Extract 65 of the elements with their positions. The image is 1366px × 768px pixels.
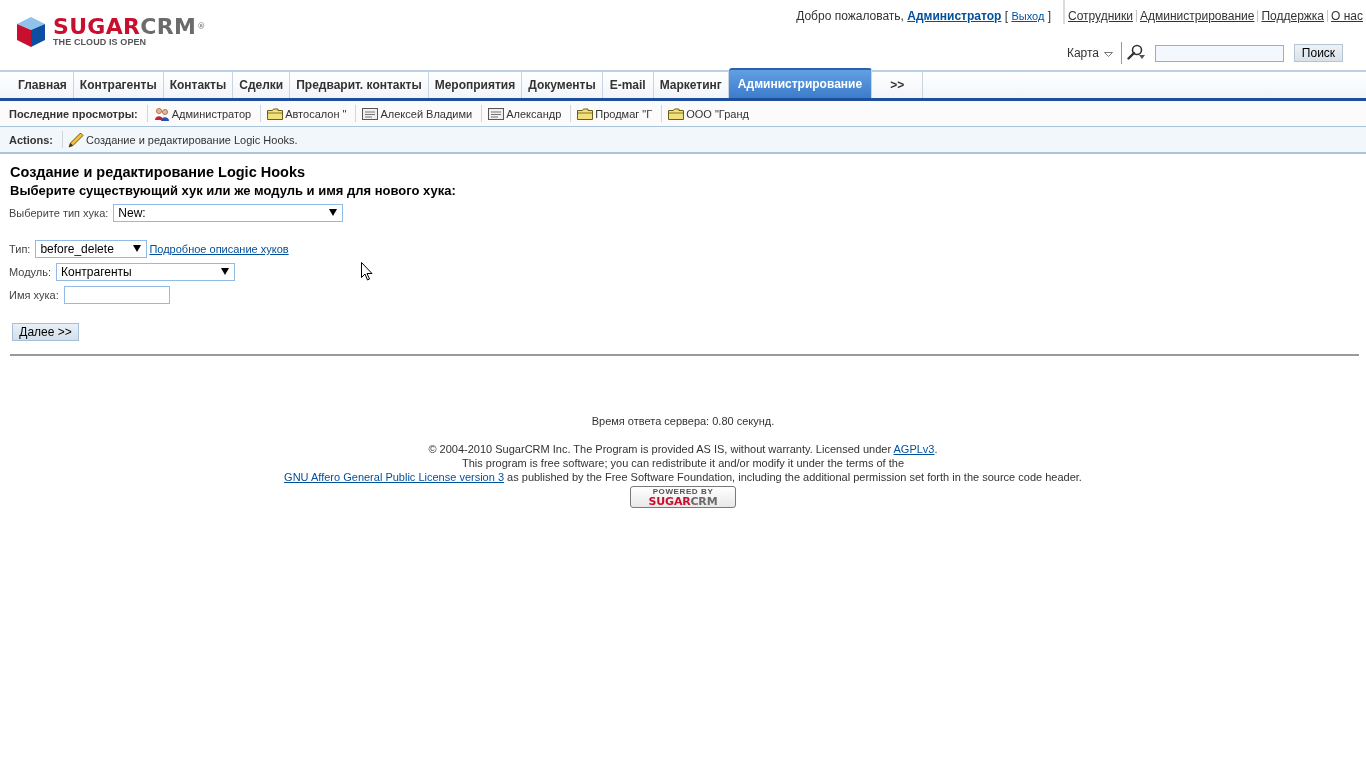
action-link[interactable]: Создание и редактирование Logic Hooks.: [63, 131, 298, 148]
top-link[interactable]: О нас: [1331, 9, 1363, 23]
form-subtitle: Выберите существующий хук или же модуль и имя для нового хука:: [10, 183, 457, 199]
gnu-license-text: GNU Affero General Public License version 3 as published by the Free Software Foundation, including the additional permission set forth in the source code header.: [284, 470, 1082, 484]
free-software-text: This program is free software; you can redistribute it and/or modify it under the terms of the: [462, 456, 904, 470]
search-field[interactable]: [1155, 44, 1284, 62]
logo-tagline: THE CLOUD IS OPEN: [53, 37, 148, 47]
cube-logo-icon: [17, 17, 45, 47]
hook-select[interactable]: New:: [113, 204, 344, 222]
top-link[interactable]: Поддержка: [1261, 9, 1325, 23]
nav-tab[interactable]: Главная: [12, 72, 74, 98]
field-label: Имя хука:: [9, 289, 59, 301]
nav-tab[interactable]: Контрагенты: [73, 72, 164, 98]
badge-wordmark: SUGARCRM: [648, 495, 718, 507]
nav-tab[interactable]: Маркетинг: [653, 72, 729, 98]
welcome-text: Добро пожаловать, Администратор [ Выход ]: [796, 9, 1051, 24]
nav-tab[interactable]: Предварит. контакты: [290, 72, 429, 98]
response-time-text: Время ответа сервера: 0.80 секунд.: [591, 414, 775, 428]
license-text: © 2004-2010 SugarCRM Inc. The Program is provided AS IS, without warranty. Licensed under AGPLv3.: [428, 442, 938, 456]
user-link[interactable]: Администратор: [907, 9, 1002, 23]
search-icon[interactable]: [1127, 43, 1145, 60]
recent-views-label: Последние просмотры:: [9, 107, 138, 120]
folder-icon: [267, 107, 284, 120]
nav-tab[interactable]: Мероприятия: [428, 72, 523, 98]
recent-item[interactable]: Алексей Владими: [356, 107, 482, 120]
folder-icon: [668, 107, 685, 120]
dropdown-arrow-icon: [329, 208, 338, 216]
powered-by-badge[interactable]: POWERED BY SUGARCRM: [630, 486, 736, 508]
dropdown-arrow-icon: [221, 267, 230, 275]
nav-tab[interactable]: E-mail: [602, 72, 654, 98]
recent-item[interactable]: ООО "Гранд: [662, 107, 758, 120]
recent-item[interactable]: Администратор: [147, 106, 261, 121]
badge-caption: POWERED BY: [652, 487, 714, 496]
field-label: Выберите тип хука:: [9, 207, 109, 219]
dropdown-select[interactable]: before_delete: [35, 240, 148, 258]
field-label: Тип:: [9, 243, 31, 255]
sitemap-menu[interactable]: Карта: [1066, 46, 1113, 60]
top-link[interactable]: Администрирование: [1140, 9, 1255, 23]
folder-icon: [577, 107, 594, 120]
hook-name-field[interactable]: [63, 286, 170, 304]
recent-item[interactable]: Александр: [482, 107, 571, 120]
page-title: Создание и редактирование Logic Hooks: [10, 164, 307, 180]
caret-icon: [1104, 52, 1113, 57]
cursor-icon: [361, 262, 373, 281]
help-link[interactable]: Подробное описание хуков: [149, 243, 289, 255]
nav-tab[interactable]: Сделки: [233, 72, 291, 98]
nav-tab[interactable]: Документы: [522, 72, 603, 98]
recent-item[interactable]: Продмаг "Г: [571, 107, 662, 120]
card-icon: [488, 107, 505, 120]
gnu-license-link[interactable]: GNU Affero General Public License version 3: [284, 471, 505, 483]
card-icon: [362, 107, 379, 120]
nav-tab[interactable]: >>: [872, 72, 924, 98]
actions-label: Actions:: [9, 133, 53, 146]
pencil-icon: [68, 131, 84, 148]
nav-tab[interactable]: Контакты: [163, 72, 234, 98]
search-button[interactable]: Поиск: [1294, 44, 1343, 62]
recent-item[interactable]: Автосалон ": [261, 107, 356, 120]
logo-wordmark: SUGARCRM®: [53, 18, 206, 35]
dropdown-arrow-icon: [133, 244, 142, 252]
dropdown-select[interactable]: Контрагенты: [56, 263, 236, 281]
logout-link[interactable]: Выход: [1011, 10, 1045, 22]
field-label: Модуль:: [9, 266, 52, 278]
top-link[interactable]: Сотрудники: [1068, 9, 1133, 23]
people-icon: [153, 106, 170, 121]
next-button[interactable]: Далее >>: [12, 323, 79, 341]
